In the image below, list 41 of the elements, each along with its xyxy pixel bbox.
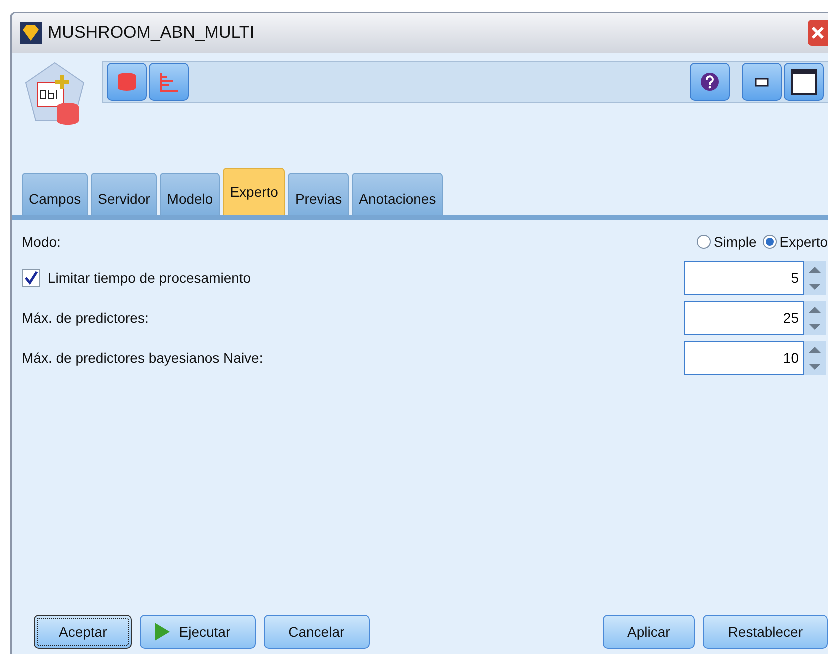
tab[interactable]: Previas [288,173,350,215]
spinner-arrows-icon[interactable] [804,261,826,295]
mode-label: Modo: [22,234,62,250]
setting-label: Limitar tiempo de procesamiento [48,270,252,286]
maximize-icon [791,69,817,95]
bar-chart-icon [158,71,180,93]
spinner-arrows-icon[interactable] [804,301,826,335]
tab[interactable]: Modelo [160,173,220,215]
help-button[interactable] [690,63,730,101]
minimize-button[interactable] [742,63,782,101]
number-field[interactable]: 10 [684,341,804,375]
button[interactable]: Ejecutar [140,615,256,649]
setting-label: Máx. de predictores: [22,310,150,326]
button[interactable]: Aplicar [602,615,696,649]
play-icon [153,622,172,642]
number-field[interactable]: 5 [684,261,804,295]
tab[interactable]: Servidor [91,173,158,215]
button[interactable]: Aceptar [34,615,132,649]
button[interactable]: Restablecer [703,615,828,649]
database-button[interactable] [107,63,147,101]
tab[interactable]: Campos [22,173,88,215]
setting-label: Máx. de predictores bayesianos Naive: [22,350,264,366]
number-field[interactable]: 25 [684,301,804,335]
spinner-arrows-icon[interactable] [804,341,826,375]
tab[interactable]: Experto [223,168,286,215]
radio-label: Experto [780,234,828,250]
close-button[interactable] [808,20,828,46]
window-title: MUSHROOM_ABN_MULTI [48,23,256,43]
radio-button[interactable] [696,235,711,249]
radio-button[interactable] [762,235,777,249]
tab[interactable]: Anotaciones [352,173,444,215]
database-icon [116,71,138,93]
checkbox[interactable] [22,269,40,287]
close-icon [811,26,825,40]
help-icon [700,72,720,92]
minimize-icon [755,77,769,87]
button[interactable]: Cancelar [264,615,370,649]
bar-chart-button[interactable] [149,63,189,101]
maximize-button[interactable] [784,63,824,101]
diamond-icon [20,22,42,44]
radio-label: Simple [714,234,757,250]
